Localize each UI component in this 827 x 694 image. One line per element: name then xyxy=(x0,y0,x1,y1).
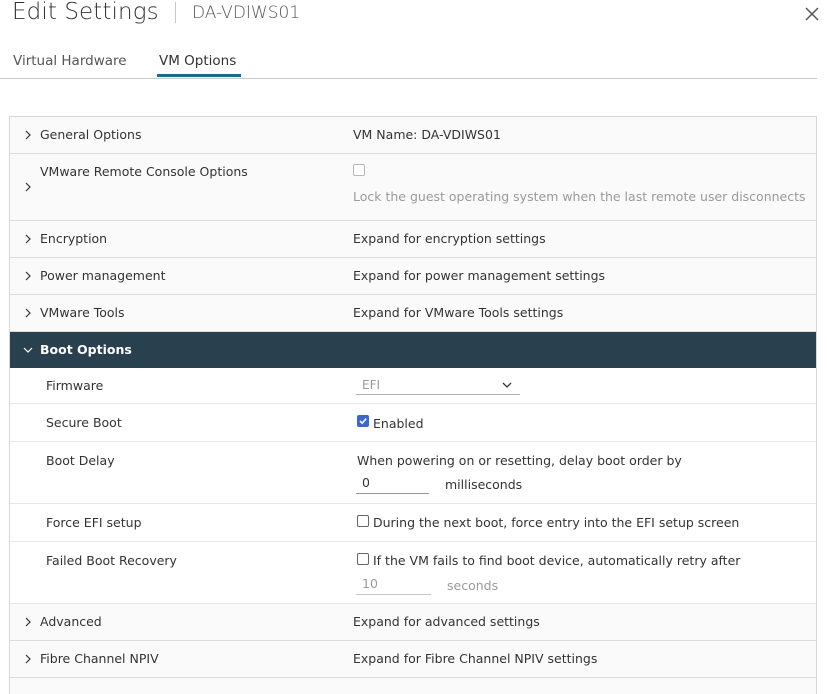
chevron-down-icon xyxy=(502,382,512,388)
edit-settings-dialog: Edit Settings DA-VDIWS01 Virtual Hardwar… xyxy=(0,0,827,694)
firmware-select[interactable]: EFI xyxy=(356,375,520,395)
chevron-right-icon[interactable] xyxy=(23,271,33,281)
advanced-label: Advanced xyxy=(40,614,102,629)
boot-delay-input[interactable] xyxy=(356,472,429,494)
force-efi-label: Force EFI setup xyxy=(46,515,142,530)
encryption-label: Encryption xyxy=(40,231,108,246)
chevron-right-icon[interactable] xyxy=(23,130,33,140)
fibre-channel-npiv-label: Fibre Channel NPIV xyxy=(40,651,159,666)
vmware-tools-label: VMware Tools xyxy=(40,305,125,320)
section-vmware-tools[interactable]: VMware Tools Expand for VMware Tools set… xyxy=(10,295,816,332)
vmware-tools-value: Expand for VMware Tools settings xyxy=(353,305,564,320)
power-management-label: Power management xyxy=(40,268,166,283)
failed-boot-recovery-row: Failed Boot Recovery If the VM fails to … xyxy=(10,542,816,604)
chevron-right-icon[interactable] xyxy=(23,654,33,664)
failed-boot-recovery-value: If the VM fails to find boot device, aut… xyxy=(373,553,741,568)
firmware-select-value: EFI xyxy=(362,378,381,392)
dialog-vm-name: DA-VDIWS01 xyxy=(192,3,301,23)
force-efi-checkbox[interactable] xyxy=(357,515,369,527)
chevron-right-icon[interactable] xyxy=(23,234,33,244)
encryption-value: Expand for encryption settings xyxy=(353,231,546,246)
secure-boot-label: Secure Boot xyxy=(46,415,122,430)
fibre-channel-npiv-value: Expand for Fibre Channel NPIV settings xyxy=(353,651,598,666)
force-efi-row: Force EFI setup During the next boot, fo… xyxy=(10,504,816,542)
section-vmrc-options[interactable]: VMware Remote Console Options Lock the g… xyxy=(10,154,816,221)
force-efi-value: During the next boot, force entry into t… xyxy=(373,515,740,530)
secure-boot-checkbox[interactable] xyxy=(357,415,369,427)
section-power-management[interactable]: Power management Expand for power manage… xyxy=(10,258,816,295)
firmware-label: Firmware xyxy=(46,378,104,393)
vmrc-options-label: VMware Remote Console Options xyxy=(40,164,248,179)
boot-secure-boot-row: Secure Boot Enabled xyxy=(10,404,816,442)
checkmark-icon xyxy=(359,418,367,425)
power-management-value: Expand for power management settings xyxy=(353,268,606,283)
advanced-value: Expand for advanced settings xyxy=(353,614,540,629)
chevron-down-icon[interactable] xyxy=(23,345,33,355)
dialog-title: Edit Settings xyxy=(12,0,159,25)
chevron-right-icon[interactable] xyxy=(23,182,33,192)
chevron-right-icon[interactable] xyxy=(23,308,33,318)
boot-delay-unit: milliseconds xyxy=(445,477,523,492)
section-general-options[interactable]: General Options VM Name: DA-VDIWS01 xyxy=(10,117,816,154)
general-options-value: VM Name: DA-VDIWS01 xyxy=(353,127,501,142)
lock-guest-os-checkbox[interactable] xyxy=(353,164,365,176)
retry-delay-unit: seconds xyxy=(447,578,499,593)
boot-delay-row: Boot Delay When powering on or resetting… xyxy=(10,442,816,504)
secure-boot-value: Enabled xyxy=(373,416,424,431)
general-options-label: General Options xyxy=(40,127,142,142)
boot-options-label: Boot Options xyxy=(40,342,132,357)
boot-firmware-row: Firmware EFI xyxy=(10,368,816,404)
chevron-right-icon[interactable] xyxy=(23,617,33,627)
tab-virtual-hardware[interactable]: Virtual Hardware xyxy=(13,53,127,79)
boot-delay-description: When powering on or resetting, delay boo… xyxy=(357,453,682,468)
tab-bar: Virtual Hardware VM Options xyxy=(0,52,817,79)
active-tab-indicator xyxy=(157,74,241,77)
failed-boot-recovery-label: Failed Boot Recovery xyxy=(46,553,177,568)
lock-guest-os-label: Lock the guest operating system when the… xyxy=(353,189,806,204)
section-fibre-channel-npiv[interactable]: Fibre Channel NPIV Expand for Fibre Chan… xyxy=(10,641,816,678)
section-boot-options[interactable]: Boot Options xyxy=(10,332,816,368)
section-encryption[interactable]: Encryption Expand for encryption setting… xyxy=(10,221,816,258)
retry-delay-input[interactable] xyxy=(356,573,431,595)
section-advanced[interactable]: Advanced Expand for advanced settings xyxy=(10,604,816,641)
failed-boot-recovery-checkbox[interactable] xyxy=(357,553,369,565)
title-divider xyxy=(175,2,176,23)
boot-delay-label: Boot Delay xyxy=(46,453,115,468)
vm-options-panel: General Options VM Name: DA-VDIWS01 VMwa… xyxy=(9,116,817,694)
close-icon[interactable] xyxy=(803,5,821,23)
